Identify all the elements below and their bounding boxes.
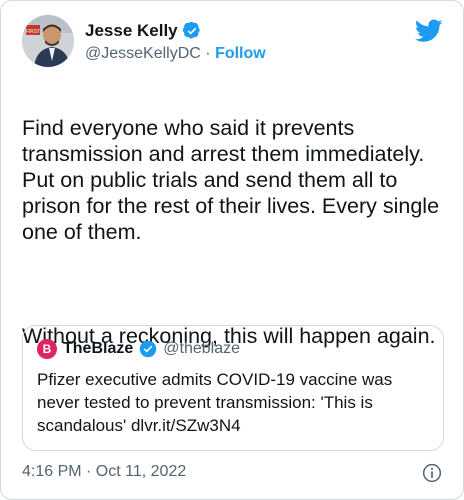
author-handle-row: @JesseKellyDC · Follow [85, 45, 266, 63]
avatar-image: FIRST [22, 15, 74, 67]
author-name[interactable]: Jesse Kelly [85, 21, 178, 41]
quoted-tweet[interactable]: B TheBlaze @theblaze Pfizer executive ad… [22, 325, 444, 451]
tweet-card: FIRST Jesse Kelly @JesseKellyDC · Follow… [0, 0, 464, 500]
quoted-author-name[interactable]: TheBlaze [63, 340, 133, 358]
author-name-row: Jesse Kelly [85, 21, 201, 41]
quoted-tweet-header: B TheBlaze @theblaze [37, 339, 240, 359]
twitter-bird-icon[interactable] [415, 19, 443, 43]
author-avatar[interactable]: FIRST [22, 15, 74, 67]
theblaze-logo-letter: B [42, 342, 52, 356]
info-icon[interactable] [422, 463, 442, 483]
avatar-badge-text: FIRST [26, 29, 40, 35]
quoted-author-handle[interactable]: @theblaze [163, 340, 240, 358]
theblaze-logo-icon: B [37, 339, 57, 359]
follow-button[interactable]: Follow [215, 45, 266, 62]
tweet-paragraph-1: Find everyone who said it prevents trans… [22, 116, 440, 244]
author-handle[interactable]: @JesseKellyDC [85, 45, 201, 62]
separator-dot: · [205, 45, 211, 62]
quoted-verified-badge-icon [140, 340, 157, 358]
tweet-timestamp[interactable]: 4:16 PM · Oct 11, 2022 [22, 463, 186, 481]
verified-badge-icon [182, 22, 200, 39]
quoted-tweet-text: Pfizer executive admits COVID-19 vaccine… [37, 370, 393, 435]
